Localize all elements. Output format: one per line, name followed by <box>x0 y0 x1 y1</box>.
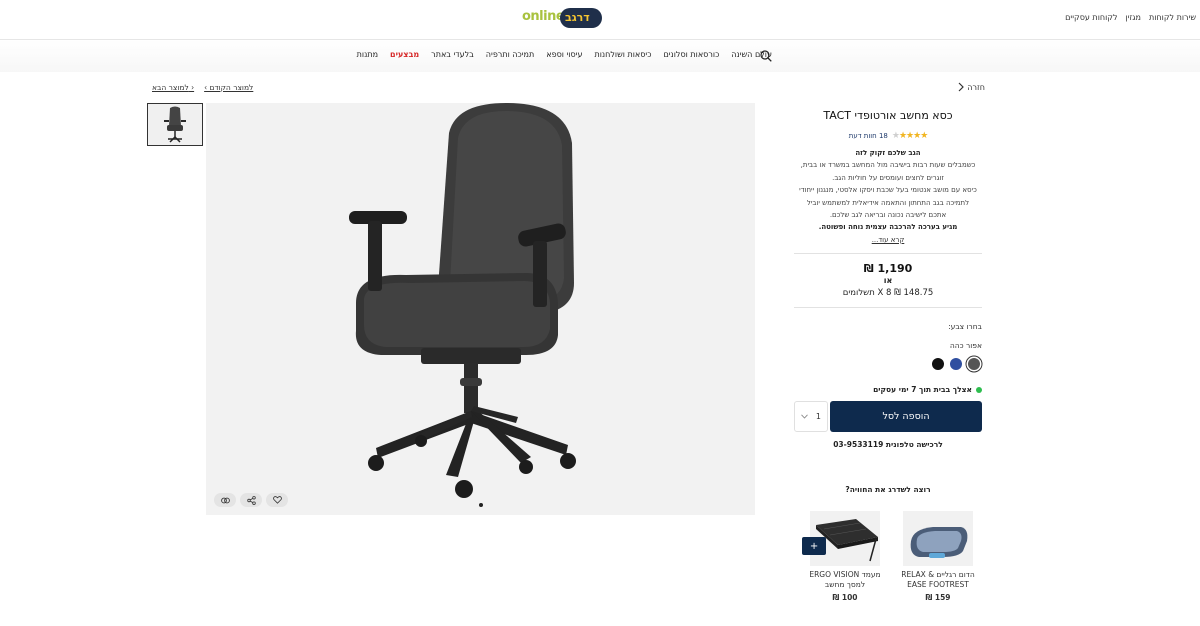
logo[interactable]: online דרגב <box>522 8 602 30</box>
recommendation-price: 100 ₪ <box>832 593 858 602</box>
chevron-right-icon <box>958 82 965 92</box>
nav-item-armchairs[interactable]: כורסאות וסלונים <box>663 50 719 59</box>
recommendation-name: מעמד ERGO VISION למסך מחשב <box>809 570 881 589</box>
wishlist-button[interactable] <box>266 493 288 507</box>
nav-item-exclusive[interactable]: בלעדי באתר <box>431 50 474 59</box>
chevron-down-icon <box>801 414 808 419</box>
back-link[interactable]: חזרה <box>958 82 985 92</box>
gallery-thumbnail[interactable] <box>147 103 203 146</box>
carousel-dot[interactable] <box>479 503 483 507</box>
compare-icon <box>220 497 230 503</box>
or-label: או <box>883 276 893 286</box>
phone-order[interactable]: לרכישה טלפונית 03-9533119 <box>794 440 982 449</box>
product-description: הגב שלכם זקוק לזה כשמבלים שעות רבות בישי… <box>794 147 982 246</box>
in-stock-dot <box>976 386 982 393</box>
description-line: כשמבלים שעות רבות בישיבה מול המחשב במשרד… <box>800 161 976 170</box>
recommendation-price: 159 ₪ <box>925 593 951 602</box>
description-heading: הגב שלכם זקוק לזה <box>855 149 921 157</box>
installments: 148.75 ₪ X 8 תשלומים <box>842 288 934 299</box>
star-empty-icon: ★ <box>891 131 900 141</box>
description-assembly: מגיע בערכה להרכבה עצמית נוחה ופשוטה. <box>818 223 958 232</box>
top-link-business[interactable]: לקוחות עסקיים <box>1065 13 1117 22</box>
buy-row: הוספה לסל 1 <box>794 401 982 433</box>
product-pager: ‹ למוצר הקודם למוצר הבא › <box>152 83 253 92</box>
description-line: זוגרים לחצים ועומסים על חוליות הגב. <box>832 173 944 182</box>
add-to-cart-button[interactable]: הוספה לסל <box>830 401 982 433</box>
product-main-image[interactable] <box>206 103 755 515</box>
swatch-black[interactable] <box>932 358 944 371</box>
choose-color-label: בחרו צבע: <box>948 322 982 332</box>
share-icon <box>246 495 256 505</box>
divider <box>794 307 982 309</box>
product-panel: כסא מחשב אורטופדי TACT ★★★★★ 18 חוות דעת… <box>794 103 982 494</box>
reviews-link[interactable]: 18 חוות דעת <box>849 132 888 140</box>
star-icon: ★ <box>920 131 928 141</box>
description-line: אתכם לישיבה נכונה ובריאה לגב שלכם. <box>829 211 947 220</box>
description-line: לתמיכה בגב התחתון והתאמה אידיאלית למשתמש… <box>806 198 970 207</box>
search-icon[interactable] <box>760 50 772 62</box>
recommendation-name: הדום רגליים & RELAX EASE FOOTREST <box>901 570 975 589</box>
image-actions <box>214 493 288 507</box>
nav-item-massage[interactable]: עיסוי וספא <box>546 50 582 59</box>
nav-item-chairs-tables[interactable]: כיסאות ושולחנות <box>594 50 651 59</box>
office-chair-image <box>206 103 755 515</box>
nav-item-gifts[interactable]: מתנות <box>357 50 378 59</box>
prev-product-link[interactable]: ‹ למוצר הקודם <box>204 83 253 92</box>
rating-row: ★★★★★ 18 חוות דעת <box>794 131 982 141</box>
star-icon: ★ <box>898 131 907 141</box>
share-button[interactable] <box>240 493 262 507</box>
next-product-link[interactable]: למוצר הבא › <box>152 83 194 92</box>
quantity-select[interactable]: 1 <box>794 401 828 433</box>
top-links: שירות לקוחות מגזין לקוחות עסקיים <box>1065 13 1196 22</box>
delivery-info: אצלך בבית תוך 7 ימי עסקים <box>794 385 982 394</box>
description-line: כיסא עם מושב אנטומי בעל שכבת ויסקו אלסטי… <box>799 186 977 195</box>
logo-badge: דרגב <box>560 8 602 28</box>
heart-icon <box>272 496 282 504</box>
delivery-text: אצלך בבית תוך 7 ימי עסקים <box>873 385 972 395</box>
nav-item-therapy[interactable]: תמיכה ותרפיה <box>486 50 534 59</box>
recommendation-card[interactable]: + מעמד ERGO VISION למסך מחשב 100 ₪ <box>802 511 887 602</box>
back-label: חזרה <box>967 82 985 92</box>
footrest-image <box>903 511 973 566</box>
logo-suffix: online <box>522 9 565 24</box>
color-swatches <box>794 358 982 371</box>
rating-stars[interactable]: ★★★★★ <box>891 131 928 141</box>
read-more-link[interactable]: קרא עוד... <box>794 234 982 246</box>
swatch-blue[interactable] <box>950 358 962 371</box>
main-nav: עולם השינה כורסאות וסלונים כיסאות ושולחנ… <box>0 40 1200 72</box>
top-link-magazine[interactable]: מגזין <box>1126 13 1141 22</box>
footrest-icon <box>903 511 973 566</box>
nav-item-sales[interactable]: מבצעים <box>390 50 419 59</box>
divider <box>794 253 982 255</box>
logo-main: דרגב <box>565 11 590 24</box>
chair-thumbnail-image <box>148 104 202 145</box>
add-recommendation-button[interactable]: + <box>802 537 826 555</box>
compare-button[interactable] <box>214 493 236 507</box>
price: 1,190 ₪ <box>863 262 913 276</box>
product-title: כסא מחשב אורטופדי TACT <box>823 109 953 122</box>
nav-items: עולם השינה כורסאות וסלונים כיסאות ושולחנ… <box>357 50 772 59</box>
upgrade-heading: רוצה לשדרג את החוויה? <box>845 485 931 495</box>
swatch-dark-grey[interactable] <box>968 358 980 371</box>
monitor-stand-image: + <box>802 511 880 566</box>
plus-icon: + <box>809 540 819 552</box>
top-bar: שירות לקוחות מגזין לקוחות עסקיים online … <box>0 0 1200 40</box>
quantity-value: 1 <box>815 412 821 422</box>
selected-color-name: אפור כהה <box>949 341 982 351</box>
top-link-customer-service[interactable]: שירות לקוחות <box>1149 13 1196 22</box>
recommendation-card[interactable]: הדום רגליים & RELAX EASE FOOTREST 159 ₪ <box>896 511 980 602</box>
